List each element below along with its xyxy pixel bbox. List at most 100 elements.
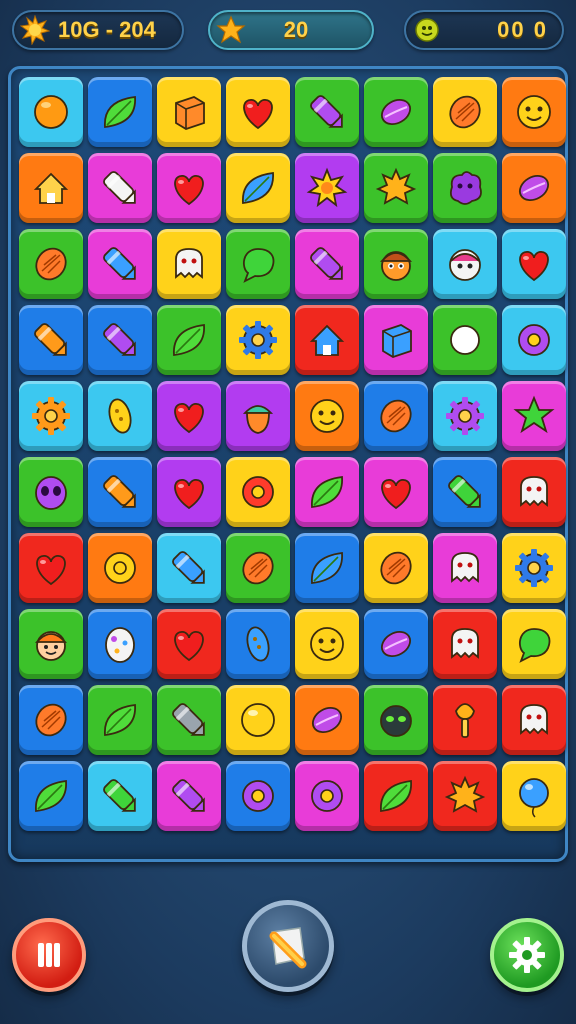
tile-shell[interactable] [19, 229, 83, 299]
egg-icon [105, 627, 135, 663]
gear-orange-icon [32, 397, 70, 435]
tile-shell[interactable] [226, 533, 290, 603]
tile-face[interactable] [502, 77, 566, 147]
tile-ghost-face[interactable] [157, 229, 221, 299]
tile-heart[interactable] [157, 153, 221, 223]
crayon-blue-icon [172, 551, 205, 584]
tile-bubble[interactable] [502, 609, 566, 679]
tile-leaf-blue[interactable] [226, 153, 290, 223]
tile-ghost-face[interactable] [502, 457, 566, 527]
tile-leaf[interactable] [19, 761, 83, 831]
tile-bear-face[interactable] [364, 229, 428, 299]
crayon-icon [172, 779, 205, 812]
pause-icon [38, 943, 60, 967]
tile-house[interactable] [19, 153, 83, 223]
tile-gear-orange[interactable] [19, 381, 83, 451]
tile-star[interactable] [502, 381, 566, 451]
tile-crayon-orange[interactable] [19, 305, 83, 375]
tile-orange-ball[interactable] [19, 77, 83, 147]
tile-robot-face[interactable] [433, 229, 497, 299]
tile-heart[interactable] [157, 457, 221, 527]
tile-candy[interactable] [295, 685, 359, 755]
tile-bean[interactable] [88, 381, 152, 451]
tile-candy[interactable] [364, 609, 428, 679]
tile-candy[interactable] [364, 77, 428, 147]
tile-gear[interactable] [502, 533, 566, 603]
crayon-orange-icon [34, 323, 67, 356]
tile-acorn[interactable] [226, 381, 290, 451]
tile-egg[interactable] [88, 609, 152, 679]
bean-blue-icon [246, 626, 270, 662]
tile-shell[interactable] [433, 77, 497, 147]
tile-house-blue[interactable] [295, 305, 359, 375]
tile-heart[interactable] [157, 381, 221, 451]
tile-crayon-white[interactable] [88, 153, 152, 223]
tile-leaf[interactable] [295, 457, 359, 527]
tile-shell[interactable] [364, 533, 428, 603]
tile-box[interactable] [157, 77, 221, 147]
tile-heart-card[interactable] [502, 229, 566, 299]
gear-icon [515, 549, 553, 587]
tile-maple-leaf[interactable] [364, 153, 428, 223]
tile-ghost-face[interactable] [433, 609, 497, 679]
tile-heart[interactable] [364, 457, 428, 527]
tile-alien-face[interactable] [19, 457, 83, 527]
candy-icon [380, 98, 412, 126]
hint-button[interactable] [242, 900, 334, 992]
shell-icon [449, 95, 481, 129]
tile-face[interactable] [295, 609, 359, 679]
tile-crayon[interactable] [157, 761, 221, 831]
tile-ghost-face[interactable] [433, 533, 497, 603]
pause-button[interactable] [12, 918, 86, 992]
tile-heart[interactable] [19, 533, 83, 603]
tile-shell[interactable] [19, 685, 83, 755]
tile-crayon-purple[interactable] [88, 305, 152, 375]
ghost-face-icon [520, 704, 548, 735]
tile-ball-yellow[interactable] [226, 685, 290, 755]
tile-balloon[interactable] [502, 761, 566, 831]
orange-ball-icon [34, 95, 68, 129]
tile-ghost-face[interactable] [502, 685, 566, 755]
tile-ring[interactable] [295, 761, 359, 831]
tile-leaf[interactable] [364, 761, 428, 831]
tile-leaf[interactable] [157, 305, 221, 375]
tile-crayon[interactable] [295, 229, 359, 299]
tile-crayon-orange[interactable] [88, 457, 152, 527]
tile-shell[interactable] [364, 381, 428, 451]
tile-crayon-green[interactable] [433, 457, 497, 527]
tile-gear-purple[interactable] [433, 381, 497, 451]
settings-button[interactable] [490, 918, 564, 992]
tile-red-face[interactable] [433, 305, 497, 375]
leaf-icon [173, 323, 205, 357]
tile-leaf[interactable] [88, 685, 152, 755]
tile-sun-burst[interactable] [295, 153, 359, 223]
tile-ring[interactable] [502, 305, 566, 375]
tile-heart[interactable] [226, 77, 290, 147]
tile-crayon-blue[interactable] [157, 533, 221, 603]
tile-crayon-blue[interactable] [88, 229, 152, 299]
tile-blob[interactable] [433, 153, 497, 223]
tile-ring-purple[interactable] [226, 761, 290, 831]
tile-leaf[interactable] [88, 77, 152, 147]
tile-torch[interactable] [433, 685, 497, 755]
tile-ring-red[interactable] [226, 457, 290, 527]
tile-face[interactable] [295, 381, 359, 451]
tile-dark-face[interactable] [364, 685, 428, 755]
ring-purple-icon [242, 780, 274, 812]
tile-crayon-green[interactable] [88, 761, 152, 831]
tile-leaf-blue[interactable] [295, 533, 359, 603]
tile-maple-leaf[interactable] [433, 761, 497, 831]
tile-boy-face[interactable] [19, 609, 83, 679]
tile-box-blue[interactable] [364, 305, 428, 375]
tile-crayon[interactable] [295, 77, 359, 147]
tile-bean-blue[interactable] [226, 609, 290, 679]
tile-heart[interactable] [157, 609, 221, 679]
tile-crayon-gray[interactable] [157, 685, 221, 755]
heart-icon [174, 174, 204, 206]
tile-gear[interactable] [226, 305, 290, 375]
crayon-green-icon [448, 475, 481, 508]
tile-ring-yellow[interactable] [88, 533, 152, 603]
tile-bubble[interactable] [226, 229, 290, 299]
tile-candy[interactable] [502, 153, 566, 223]
alien-face-icon [35, 476, 67, 510]
